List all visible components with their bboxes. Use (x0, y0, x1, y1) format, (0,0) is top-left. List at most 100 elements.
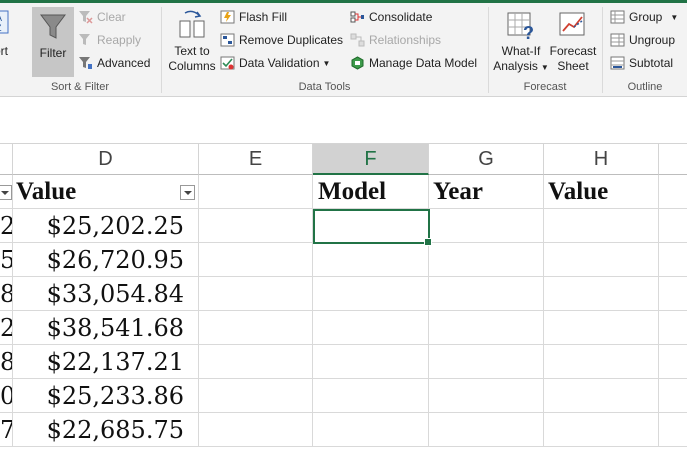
data-validation-button[interactable]: Data Validation ▼ (220, 53, 330, 73)
cell-i1[interactable] (659, 175, 687, 209)
cell-i3[interactable] (659, 243, 687, 277)
consolidate-button[interactable]: Consolidate (350, 7, 432, 27)
data-model-icon (350, 56, 365, 70)
filter-dropdown-icon[interactable] (0, 185, 12, 200)
cell-c3[interactable]: 5 (0, 243, 13, 277)
flash-fill-icon (220, 10, 235, 24)
cell-e2[interactable] (199, 209, 313, 243)
cell-d2[interactable]: $25,202.25 (13, 209, 199, 243)
relationships-label: Relationships (369, 33, 442, 47)
cell-g8[interactable] (429, 413, 544, 447)
cell-f4[interactable] (313, 277, 429, 311)
cell-e3[interactable] (199, 243, 313, 277)
cell-f6[interactable] (313, 345, 429, 379)
cell-d3[interactable]: $26,720.95 (13, 243, 199, 277)
cell-c1[interactable] (0, 175, 13, 209)
cell-g3[interactable] (429, 243, 544, 277)
sort-button[interactable]: AZ ort (0, 9, 14, 59)
cell-c8[interactable]: 7 (0, 413, 13, 447)
cell-i6[interactable] (659, 345, 687, 379)
manage-data-model-button[interactable]: Manage Data Model (350, 53, 477, 73)
cell-h8[interactable] (544, 413, 659, 447)
filter-label: Filter (39, 46, 67, 60)
ungroup-button[interactable]: Ungroup (610, 30, 675, 50)
column-header-i-partial[interactable] (659, 144, 687, 175)
data-tools-group-label: Data Tools (298, 81, 351, 93)
cell-g5[interactable] (429, 311, 544, 345)
cell-d1[interactable]: Value (13, 175, 199, 209)
column-header-c-partial[interactable] (0, 144, 13, 175)
sort-filter-group-label: Sort & Filter (50, 81, 110, 93)
cell-i7[interactable] (659, 379, 687, 413)
consolidate-icon (350, 10, 365, 24)
remove-duplicates-button[interactable]: Remove Duplicates (220, 30, 343, 50)
cell-h6[interactable] (544, 345, 659, 379)
cell-f3[interactable] (313, 243, 429, 277)
cell-i2[interactable] (659, 209, 687, 243)
what-if-analysis-button[interactable]: ? What-If Analysis ▼ (493, 9, 549, 75)
fill-handle[interactable] (424, 238, 432, 246)
cell-d4[interactable]: $33,054.84 (13, 277, 199, 311)
cell-i4[interactable] (659, 277, 687, 311)
cell-e5[interactable] (199, 311, 313, 345)
cell-h5[interactable] (544, 311, 659, 345)
flash-fill-button[interactable]: Flash Fill (220, 7, 287, 27)
cell-d6[interactable]: $22,137.21 (13, 345, 199, 379)
cell-i8[interactable] (659, 413, 687, 447)
advanced-button[interactable]: Advanced (78, 53, 150, 73)
cell-f1[interactable]: Model (313, 175, 429, 209)
cell-e4[interactable] (199, 277, 313, 311)
column-header-e[interactable]: E (199, 144, 313, 175)
cell-e8[interactable] (199, 413, 313, 447)
cell-e6[interactable] (199, 345, 313, 379)
cell-e1[interactable] (199, 175, 313, 209)
relationships-button[interactable]: Relationships (350, 30, 441, 50)
cell-d8[interactable]: $22,685.75 (13, 413, 199, 447)
column-header-h[interactable]: H (544, 144, 659, 175)
cell-g7[interactable] (429, 379, 544, 413)
reapply-button[interactable]: Reapply (78, 30, 141, 50)
column-header-d[interactable]: D (13, 144, 199, 175)
group-button[interactable]: Group ▼ (610, 7, 678, 27)
ribbon-data-tab: AZ ort Filter Clear Reapply A (0, 3, 687, 97)
cell-f7[interactable] (313, 379, 429, 413)
cell-f8[interactable] (313, 413, 429, 447)
group-dropdown-icon[interactable]: ▼ (670, 13, 678, 22)
cell-h7[interactable] (544, 379, 659, 413)
formula-bar-area (0, 97, 687, 144)
filter-dropdown-icon[interactable] (180, 185, 195, 200)
cell-c6[interactable]: 8 (0, 345, 13, 379)
cell-e7[interactable] (199, 379, 313, 413)
cell-h2[interactable] (544, 209, 659, 243)
what-if-analysis-icon: ? (506, 9, 536, 43)
cell-g4[interactable] (429, 277, 544, 311)
cell-c2[interactable]: 2 (0, 209, 13, 243)
column-header-g[interactable]: G (429, 144, 544, 175)
what-if-dropdown-icon: ▼ (540, 63, 549, 72)
cell-h1[interactable]: Value (544, 175, 659, 209)
column-header-f[interactable]: F (313, 144, 429, 175)
cell-d5[interactable]: $38,541.68 (13, 311, 199, 345)
filter-button[interactable]: Filter (32, 7, 74, 77)
text-to-columns-icon (177, 9, 207, 41)
cell-g2[interactable] (429, 209, 544, 243)
cell-g6[interactable] (429, 345, 544, 379)
cell-c4[interactable]: 8 (0, 277, 13, 311)
active-cell-f2[interactable] (313, 209, 432, 246)
cell-h4[interactable] (544, 277, 659, 311)
text-to-columns-button[interactable]: Text to Columns (166, 9, 218, 74)
cell-c7[interactable]: 0 (0, 379, 13, 413)
clear-button[interactable]: Clear (78, 7, 126, 27)
cell-c5[interactable]: 2 (0, 311, 13, 345)
subtotal-button[interactable]: Subtotal (610, 53, 673, 73)
remove-duplicates-icon (220, 33, 235, 47)
flash-fill-label: Flash Fill (239, 10, 288, 24)
data-validation-dropdown-icon[interactable]: ▼ (323, 59, 331, 68)
cell-d7[interactable]: $25,233.86 (13, 379, 199, 413)
cell-i5[interactable] (659, 311, 687, 345)
text-to-columns-label-2: Columns (168, 59, 216, 73)
cell-h3[interactable] (544, 243, 659, 277)
cell-f5[interactable] (313, 311, 429, 345)
cell-g1[interactable]: Year (429, 175, 544, 209)
forecast-sheet-button[interactable]: Forecast Sheet (549, 9, 597, 74)
